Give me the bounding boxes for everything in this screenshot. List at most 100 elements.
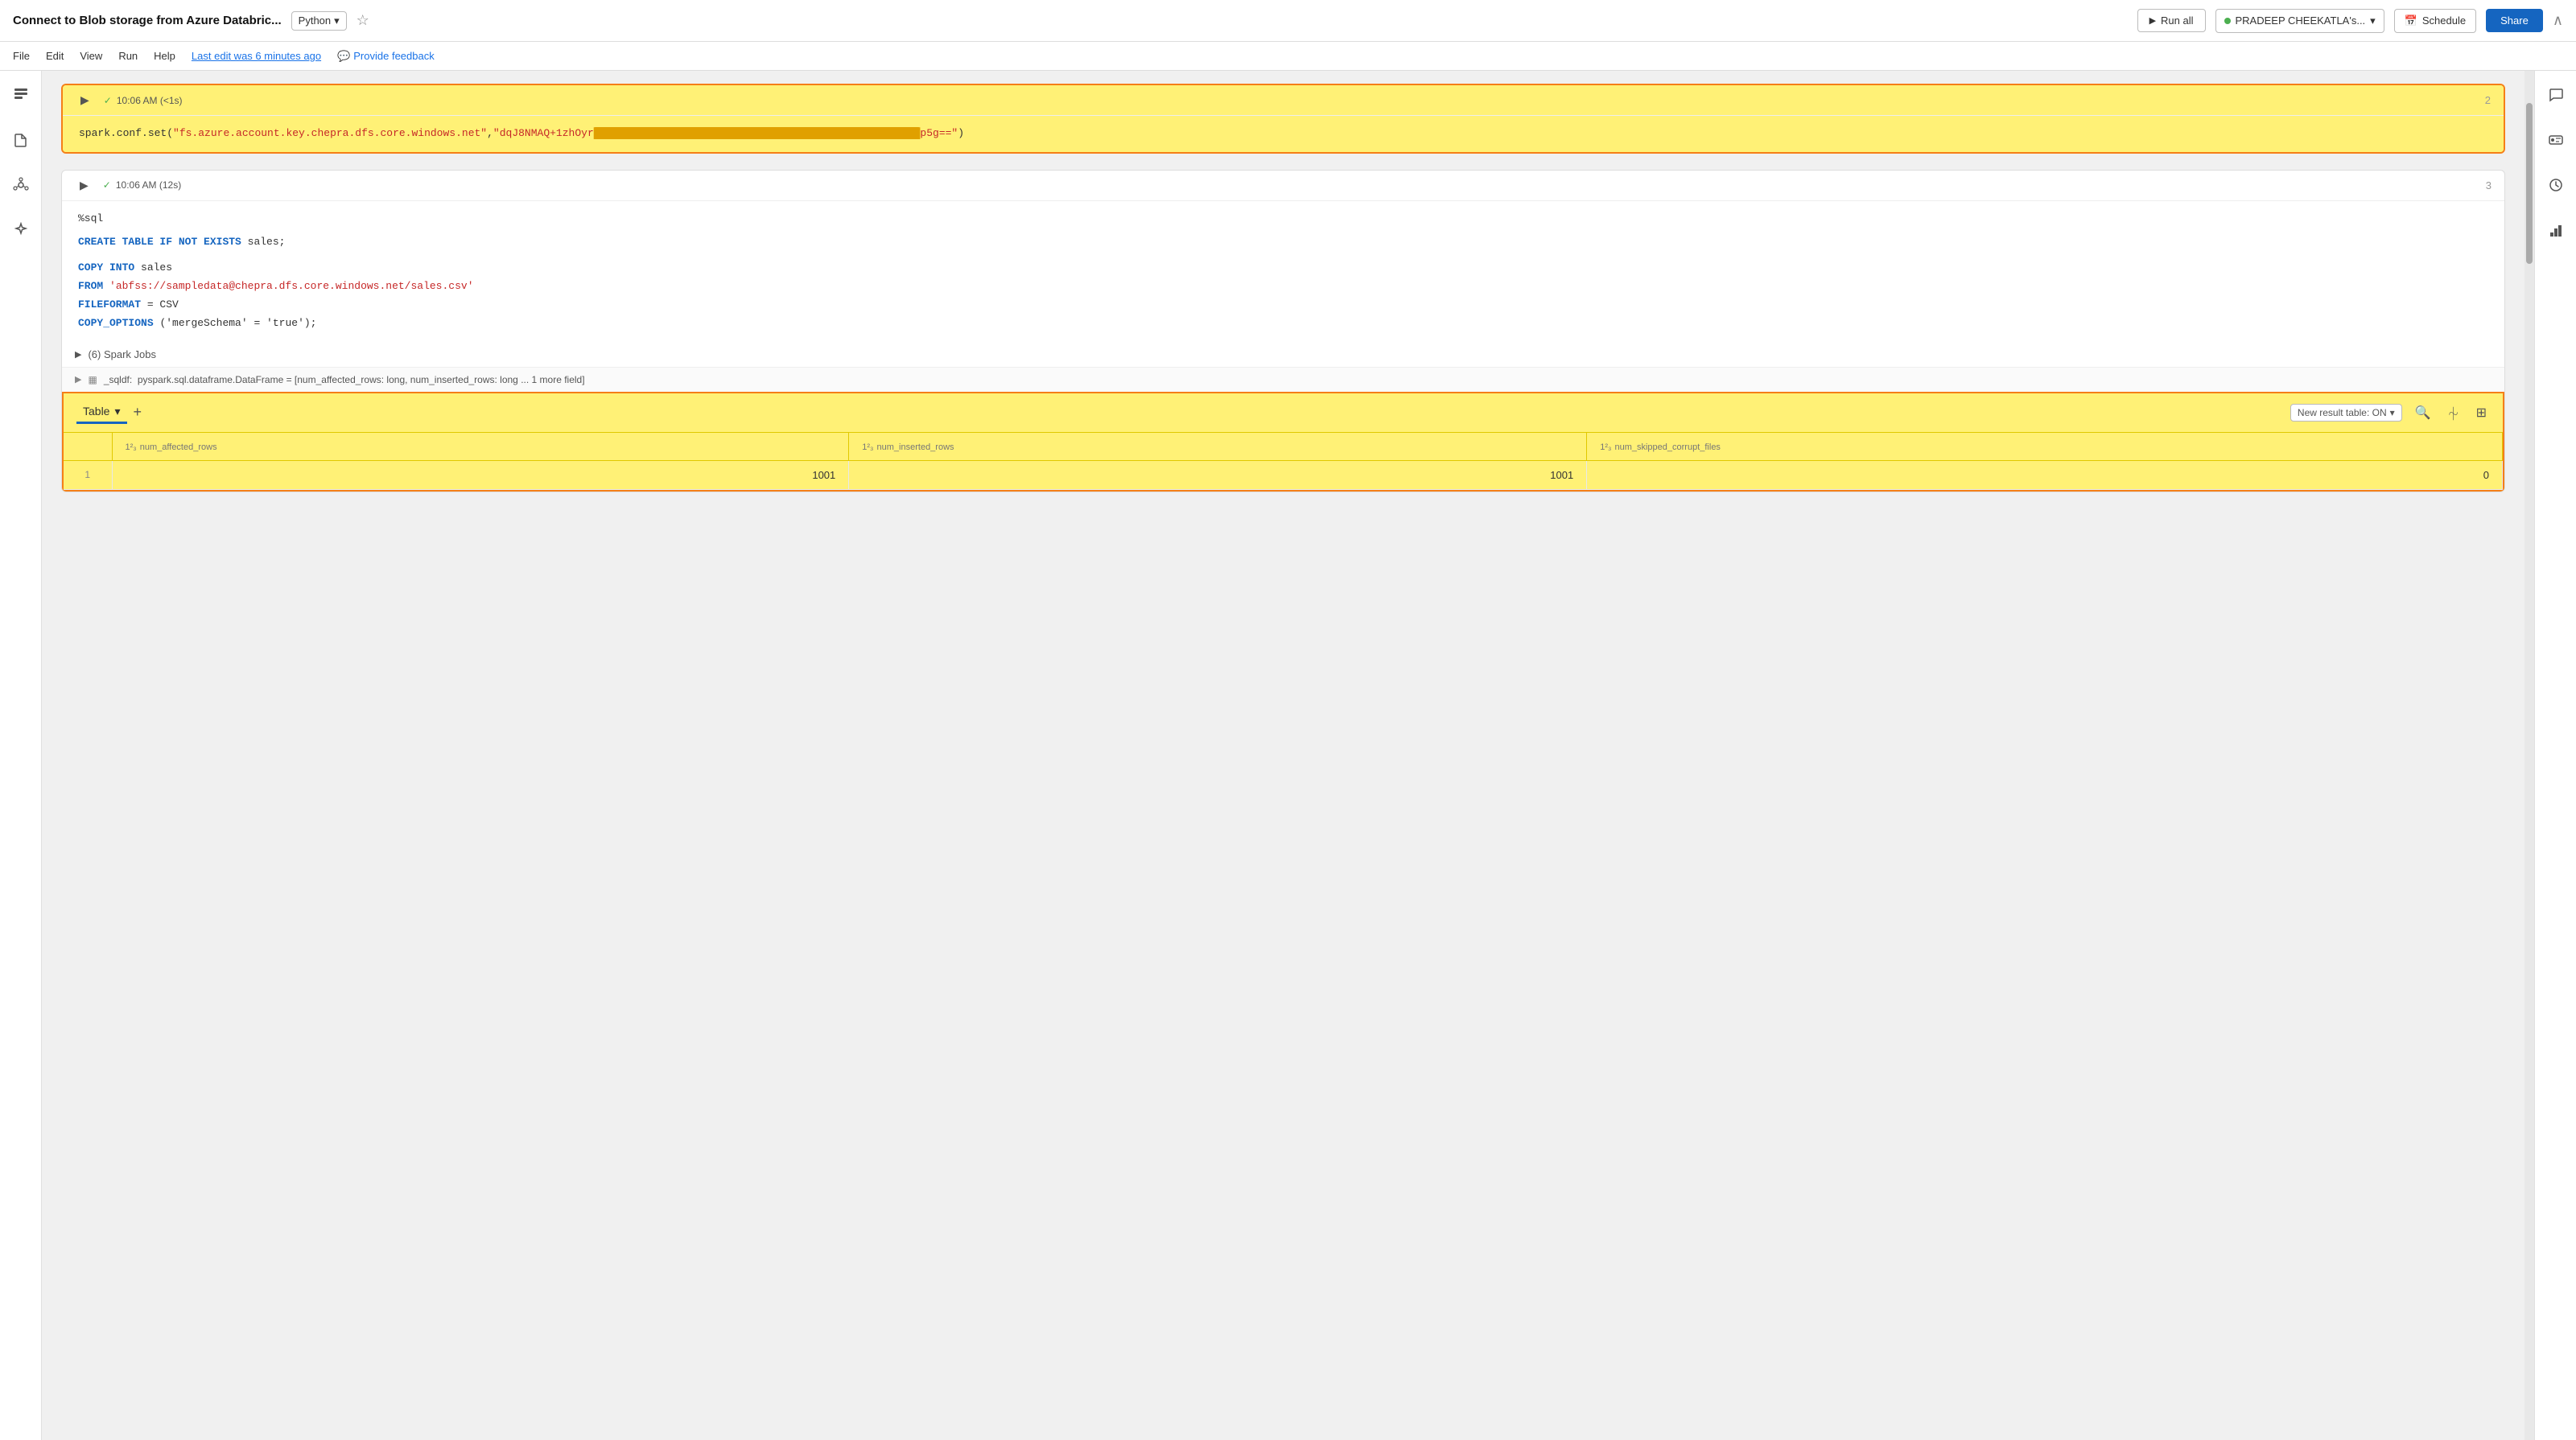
sidebar-icon-files[interactable] bbox=[6, 125, 35, 154]
run-all-label: Run all bbox=[2161, 14, 2193, 27]
sidebar-icon-ai[interactable] bbox=[6, 216, 35, 245]
scrollbar-thumb[interactable] bbox=[2526, 103, 2533, 264]
menu-run[interactable]: Run bbox=[118, 47, 138, 65]
col-type-icon-3: 1²₃ num_skipped_corrupt_files bbox=[1600, 442, 1721, 452]
search-icon-button[interactable]: 🔍 bbox=[2412, 401, 2434, 424]
add-tab-button[interactable]: + bbox=[134, 404, 142, 421]
run-cell-3-button[interactable]: ▶ bbox=[75, 177, 93, 194]
code-line-from: FROM 'abfss://sampledata@chepra.dfs.core… bbox=[78, 278, 2488, 295]
cell-2: ▶ ✓ 10:06 AM (<1s) 2 spark.conf.set("fs.… bbox=[61, 84, 2505, 154]
chevron-down-icon: ▾ bbox=[2370, 14, 2376, 27]
row-1-col2: 1001 bbox=[849, 460, 1587, 489]
menu-view[interactable]: View bbox=[80, 47, 102, 65]
result-expand-arrow[interactable]: ▶ bbox=[75, 374, 81, 385]
cell-2-status: ✓ 10:06 AM (<1s) bbox=[104, 95, 183, 106]
kw-fileformat: FILEFORMAT bbox=[78, 298, 141, 311]
left-sidebar bbox=[0, 71, 42, 1440]
cell-3-status: ✓ 10:06 AM (12s) bbox=[103, 179, 181, 191]
sidebar-icon-notebooks[interactable] bbox=[6, 80, 35, 109]
code-line-copy-options: COPY_OPTIONS ('mergeSchema' = 'true'); bbox=[78, 315, 2488, 332]
col-num-inserted-rows: 1²₃ num_inserted_rows bbox=[849, 433, 1587, 461]
code-line-copy-into: COPY INTO sales bbox=[78, 260, 2488, 277]
provide-feedback-link[interactable]: 💬 Provide feedback bbox=[337, 47, 435, 66]
menu-help[interactable]: Help bbox=[154, 47, 175, 65]
chevron-down-icon: ▾ bbox=[334, 14, 340, 27]
spark-jobs-label: (6) Spark Jobs bbox=[88, 348, 156, 360]
result-bar: ▶ ▦ _sqldf: pyspark.sql.dataframe.DataFr… bbox=[62, 367, 2504, 392]
spark-jobs-row[interactable]: ▶ (6) Spark Jobs bbox=[62, 342, 2504, 367]
table-toolbar: Table ▾ + New result table: ON ▾ 🔍 ⏆ ⊞ bbox=[64, 393, 2503, 433]
calendar-icon: 📅 bbox=[2405, 14, 2417, 27]
language-label: Python bbox=[299, 14, 331, 27]
cell-3-code: %sql CREATE TABLE IF NOT EXISTS sales; C… bbox=[62, 201, 2504, 342]
chevron-down-icon-table: ▾ bbox=[114, 405, 120, 418]
layout-icon-button[interactable]: ⊞ bbox=[2473, 401, 2490, 424]
menu-file[interactable]: File bbox=[13, 47, 30, 65]
table-result-area: Table ▾ + New result table: ON ▾ 🔍 ⏆ ⊞ bbox=[62, 392, 2504, 492]
row-1-col1: 1001 bbox=[112, 460, 849, 489]
sidebar-icon-variables[interactable] bbox=[2541, 125, 2570, 154]
cell-2-code-text: spark.conf.set("fs.azure.account.key.che… bbox=[79, 127, 964, 139]
chat-icon: 💬 bbox=[337, 50, 350, 63]
kw-copy-options-val: ('mergeSchema' = 'true'); bbox=[159, 317, 316, 329]
sidebar-icon-data[interactable] bbox=[2541, 216, 2570, 245]
user-label: PRADEEP CHEEKATLA's... bbox=[2236, 14, 2366, 27]
result-info-text: _sqldf: pyspark.sql.dataframe.DataFrame … bbox=[104, 374, 585, 385]
table-tab[interactable]: Table ▾ bbox=[76, 401, 127, 424]
sidebar-icon-clusters[interactable] bbox=[6, 171, 35, 200]
cell-2-number: 2 bbox=[2485, 94, 2491, 106]
chevron-down-icon-result: ▾ bbox=[2390, 407, 2395, 418]
sidebar-icon-comments[interactable] bbox=[2541, 80, 2570, 109]
user-badge[interactable]: PRADEEP CHEEKATLA's... ▾ bbox=[2215, 9, 2384, 33]
check-icon: ✓ bbox=[104, 95, 112, 106]
run-cell-2-button[interactable]: ▶ bbox=[76, 92, 94, 109]
notebook-content: ▶ ✓ 10:06 AM (<1s) 2 spark.conf.set("fs.… bbox=[42, 71, 2524, 1440]
kw-from: FROM bbox=[78, 280, 109, 292]
table-result-icon: ▦ bbox=[88, 374, 97, 385]
notebook-title: Connect to Blob storage from Azure Datab… bbox=[13, 14, 282, 27]
user-status-dot bbox=[2224, 18, 2231, 24]
kw-fileformat-val: = CSV bbox=[147, 298, 179, 311]
cell-2-timestamp: 10:06 AM (<1s) bbox=[117, 95, 183, 106]
sidebar-icon-history[interactable] bbox=[2541, 171, 2570, 200]
top-bar: Connect to Blob storage from Azure Datab… bbox=[0, 0, 2576, 42]
new-result-toggle[interactable]: New result table: ON ▾ bbox=[2290, 404, 2402, 422]
table-row: 1 1001 1001 0 bbox=[64, 460, 2503, 489]
table-toolbar-right: New result table: ON ▾ 🔍 ⏆ ⊞ bbox=[2290, 400, 2490, 426]
col-num-affected-rows: 1²₃ num_affected_rows bbox=[112, 433, 849, 461]
code-line-create: CREATE TABLE IF NOT EXISTS sales; bbox=[78, 234, 2488, 251]
kw-sales2: sales bbox=[141, 261, 172, 274]
cell-3: ▶ ✓ 10:06 AM (12s) 3 %sql CREATE TABLE I… bbox=[61, 170, 2505, 492]
kw-create: CREATE bbox=[78, 236, 116, 248]
scrollbar[interactable] bbox=[2524, 71, 2534, 1440]
language-selector[interactable]: Python ▾ bbox=[291, 11, 347, 31]
col-type-badge-3: 1²₃ bbox=[1600, 442, 1611, 452]
kw-from-path: 'abfss://sampledata@chepra.dfs.core.wind… bbox=[109, 280, 473, 292]
spark-jobs-arrow: ▶ bbox=[75, 349, 81, 360]
data-table: 1²₃ num_affected_rows 1²₃ num_inserted_r… bbox=[64, 433, 2503, 490]
kw-table: TABLE IF NOT EXISTS bbox=[122, 236, 248, 248]
filter-icon-button[interactable]: ⏆ bbox=[2444, 400, 2463, 426]
main-layout: ▶ ✓ 10:06 AM (<1s) 2 spark.conf.set("fs.… bbox=[0, 71, 2576, 1440]
kw-copy-into: COPY INTO bbox=[78, 261, 141, 274]
star-button[interactable]: ☆ bbox=[357, 12, 369, 29]
menu-edit[interactable]: Edit bbox=[46, 47, 64, 65]
cell-2-body: spark.conf.set("fs.azure.account.key.che… bbox=[63, 116, 2504, 152]
cell-2-code: spark.conf.set("fs.azure.account.key.che… bbox=[79, 125, 2487, 142]
menu-bar: File Edit View Run Help Last edit was 6 … bbox=[0, 42, 2576, 71]
kw-sales1: sales; bbox=[248, 236, 286, 248]
share-button[interactable]: Share bbox=[2486, 9, 2543, 32]
row-1-col3: 0 bbox=[1587, 460, 2503, 489]
col-num-skipped-corrupt-files: 1²₃ num_skipped_corrupt_files bbox=[1587, 433, 2503, 461]
collapse-button[interactable]: ∧ bbox=[2553, 12, 2563, 29]
col-type-badge-2: 1²₃ bbox=[862, 442, 873, 452]
schedule-button[interactable]: 📅 Schedule bbox=[2394, 9, 2476, 33]
cell-3-number: 3 bbox=[2486, 179, 2492, 191]
check-icon-2: ✓ bbox=[103, 179, 111, 191]
col-type-icon-2: 1²₃ num_inserted_rows bbox=[862, 442, 954, 452]
code-line-sql-magic: %sql bbox=[78, 211, 2488, 228]
play-icon: ▶ bbox=[2149, 15, 2156, 26]
schedule-label: Schedule bbox=[2422, 14, 2466, 27]
run-all-button[interactable]: ▶ Run all bbox=[2137, 9, 2206, 32]
cell-3-header: ▶ ✓ 10:06 AM (12s) 3 bbox=[62, 171, 2504, 201]
